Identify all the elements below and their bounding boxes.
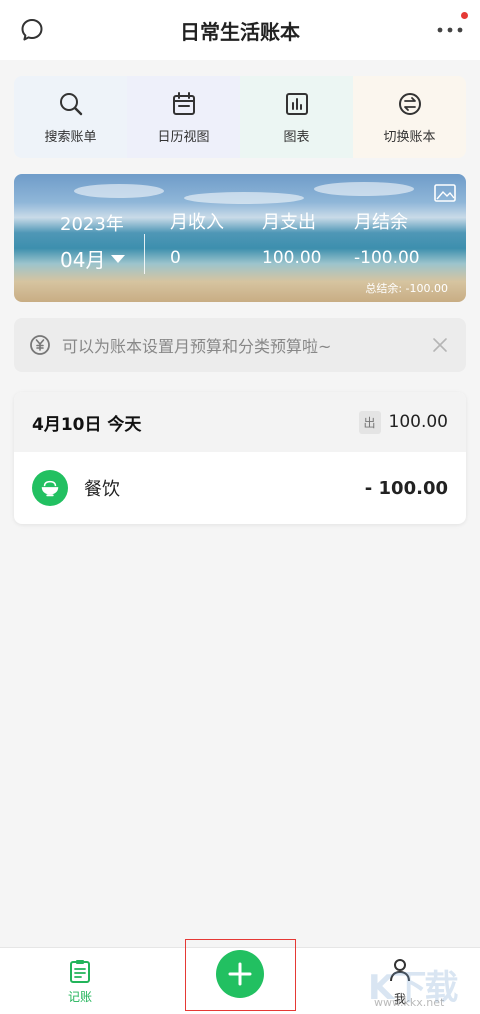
tab-ledger-label: 记账: [67, 990, 92, 1004]
page-title: 日常生活账本: [180, 19, 300, 44]
day-expense-total: 100.00: [388, 412, 448, 432]
list-item[interactable]: 餐饮 - 100.00: [14, 452, 466, 524]
tab-me-label: 我: [393, 992, 406, 1006]
balance-label: 月结余: [354, 212, 408, 233]
add-record-button[interactable]: [216, 950, 264, 998]
close-icon[interactable]: [430, 335, 450, 355]
tab-ledger[interactable]: 记账: [50, 958, 110, 1012]
quick-action-label: 切换账本: [383, 129, 436, 145]
calendar-icon: [172, 91, 195, 115]
day-record-card: 4月10日 今天 出 100.00 餐饮 - 100.00: [14, 392, 466, 524]
chart-icon: [285, 92, 308, 115]
budget-tip[interactable]: 可以为账本设置月预算和分类预算啦~: [14, 318, 466, 372]
switch-ledger-button[interactable]: 切换账本: [353, 76, 466, 158]
tab-me[interactable]: 我: [370, 956, 430, 1012]
expense-value: 100.00: [262, 248, 322, 268]
category-name: 餐饮: [84, 479, 120, 500]
day-expense-summary: 出 100.00: [358, 410, 448, 434]
change-background-icon[interactable]: [434, 184, 456, 202]
switch-icon: [398, 92, 421, 115]
bottom-tab-bar: 记账 我: [0, 939, 480, 1014]
quick-action-label: 日历视图: [157, 129, 210, 145]
budget-icon: [30, 335, 50, 355]
month-summary-banner: 2023年 04月 月收入 月支出 月结余 0 100.00 -100.00 总…: [14, 174, 466, 302]
rice-bowl-icon: [32, 470, 68, 506]
top-bar: 日常生活账本: [0, 0, 480, 60]
calendar-view-button[interactable]: 日历视图: [127, 76, 240, 158]
chat-icon[interactable]: [18, 16, 46, 44]
notification-dot: [461, 12, 468, 19]
entry-amount: - 100.00: [364, 477, 448, 499]
search-icon: [59, 92, 82, 115]
divider: [144, 234, 145, 274]
caret-down-icon: [111, 254, 126, 263]
person-icon: [390, 959, 410, 982]
quick-actions: 搜索账单 日历视图 图表 切换账本: [14, 76, 466, 158]
clipboard-icon: [70, 960, 90, 983]
total-balance: 总结余: -100.00: [365, 282, 448, 295]
income-value: 0: [170, 248, 181, 268]
search-bills-button[interactable]: 搜索账单: [14, 76, 127, 158]
month-label: 04月: [60, 248, 106, 272]
plus-icon: [228, 962, 252, 986]
expense-label: 月支出: [262, 212, 316, 233]
cloud-decoration: [74, 184, 164, 198]
cloud-decoration: [314, 182, 414, 196]
quick-action-label: 搜索账单: [44, 129, 97, 145]
income-label: 月收入: [170, 212, 224, 233]
balance-value: -100.00: [354, 248, 420, 268]
quick-action-label: 图表: [283, 129, 310, 145]
more-icon[interactable]: [434, 16, 466, 44]
day-date: 4月10日 今天: [32, 414, 142, 435]
year-label: 2023年: [60, 214, 124, 235]
cloud-decoration: [184, 192, 304, 204]
chart-button[interactable]: 图表: [240, 76, 353, 158]
expense-badge: 出: [358, 410, 381, 434]
tip-text: 可以为账本设置月预算和分类预算啦~: [62, 337, 332, 356]
day-header: 4月10日 今天 出 100.00: [14, 392, 466, 452]
month-selector[interactable]: 04月: [60, 244, 126, 273]
